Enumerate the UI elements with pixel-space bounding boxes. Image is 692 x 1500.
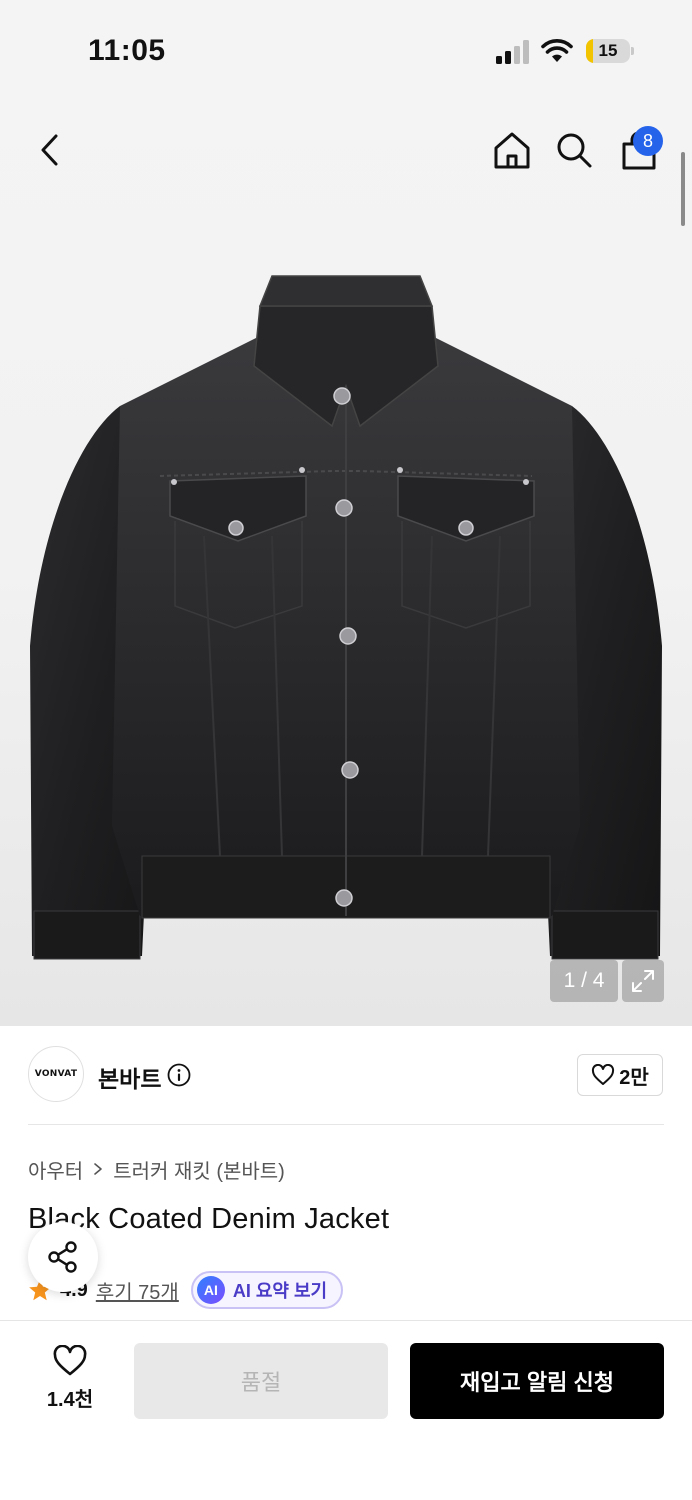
- ai-summary-label: AI 요약 보기: [232, 1281, 328, 1301]
- search-button[interactable]: [550, 126, 598, 174]
- chevron-right-icon: [94, 1163, 103, 1175]
- search-icon: [557, 133, 592, 168]
- brand-like-count: 2만: [619, 1066, 649, 1089]
- heart-outline-icon: [592, 1064, 615, 1085]
- status-time: 11:05: [88, 34, 166, 67]
- wifi-icon: [541, 39, 573, 62]
- battery-level: 15: [598, 41, 618, 60]
- product-hero: 11:05 15 8 1 / 4: [0, 0, 692, 1026]
- wishlist-count: 1.4천: [46, 1389, 94, 1411]
- chevron-left-icon: [41, 134, 58, 166]
- restock-alert-button[interactable]: 재입고 알림 신청: [410, 1343, 664, 1419]
- expand-image-button[interactable]: [622, 960, 664, 1002]
- share-button[interactable]: [28, 1222, 98, 1292]
- brand-name[interactable]: 본바트: [98, 1060, 161, 1094]
- ai-badge-icon: AI: [196, 1276, 225, 1304]
- top-navigation: [0, 118, 692, 182]
- bottom-action-bar: 1.4천 품절 재입고 알림 신청: [0, 1320, 692, 1500]
- breadcrumb-subcategory[interactable]: 트러커 재킷 (본바트): [113, 1155, 285, 1184]
- home-icon: [494, 132, 530, 169]
- breadcrumb-category[interactable]: 아우터: [28, 1155, 83, 1184]
- divider: [28, 1124, 664, 1125]
- image-counter: 1 / 4: [550, 960, 618, 1002]
- wishlist-button[interactable]: 1.4천: [30, 1345, 110, 1421]
- share-icon: [48, 1241, 77, 1273]
- cellular-signal-icon: [496, 40, 529, 64]
- brand-row: VONVAT 본바트 2만: [0, 1026, 692, 1124]
- home-button[interactable]: [488, 126, 536, 174]
- expand-icon: [632, 970, 654, 992]
- cart-count-badge: 8: [633, 126, 663, 156]
- ai-summary-button[interactable]: AI AI 요약 보기: [190, 1271, 344, 1309]
- brand-logo[interactable]: VONVAT: [28, 1046, 84, 1102]
- heart-outline-icon: [53, 1345, 87, 1376]
- review-count-link[interactable]: 후기 75개: [96, 1276, 179, 1305]
- info-icon[interactable]: [167, 1063, 191, 1087]
- scroll-indicator[interactable]: [681, 152, 685, 226]
- brand-like-button[interactable]: 2만: [577, 1054, 663, 1096]
- sold-out-button[interactable]: 품절: [134, 1343, 388, 1419]
- battery-indicator: 15: [586, 39, 634, 63]
- breadcrumb: 아우터 트러커 재킷 (본바트): [28, 1155, 285, 1183]
- product-image[interactable]: [20, 266, 672, 996]
- status-bar: 11:05 15: [0, 0, 692, 100]
- back-button[interactable]: [26, 126, 74, 174]
